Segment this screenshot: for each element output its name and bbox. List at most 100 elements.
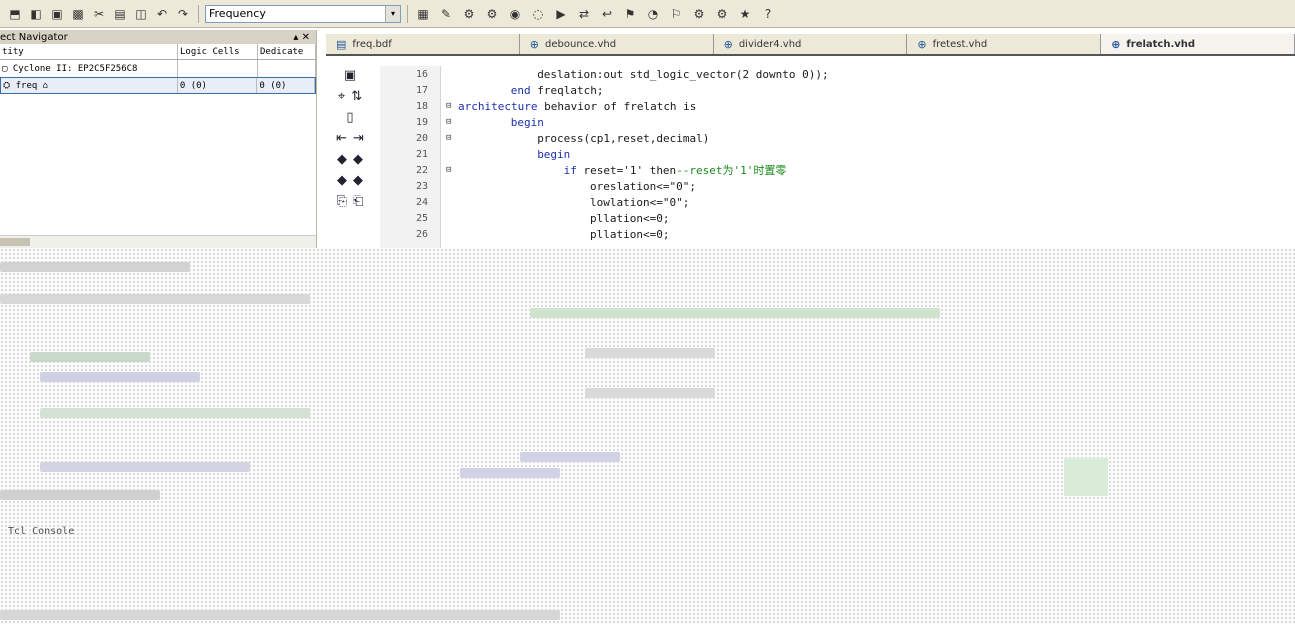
right-tool-4-icon[interactable]: ◉ [506, 5, 524, 23]
code-line[interactable]: 26 pllation<=0; [380, 226, 1295, 242]
blur-bar [0, 490, 160, 500]
side-tool-6-1-icon[interactable]: ⎗ [353, 194, 363, 209]
tab-label: frelatch.vhd [1126, 38, 1196, 50]
right-tool-1-icon[interactable]: ✎ [437, 5, 455, 23]
blur-bar [1064, 458, 1108, 496]
left-tool-4-icon[interactable]: ✂ [90, 5, 108, 23]
blur-bar [460, 468, 560, 478]
main-toolbar: ⬒ ◧ ▣ ▩ ✂ ▤ ◫ ↶ ↷ Frequency ▾ ▦ ✎ ⚙ ⚙ ◉ ◌ ▶ ⇄ ↩ ⚑ ◔ ⚐ ⚙ ⚙ ★? [0, 0, 1295, 28]
col-logic-cells[interactable]: Logic Cells [178, 44, 258, 59]
navigator-title: ect Navigator [0, 31, 68, 43]
code-editor[interactable]: 16 deslation:out std_logic_vector(2 downt… [380, 66, 1295, 256]
left-tool-6-icon[interactable]: ◫ [132, 5, 150, 23]
side-tool-0-0-icon[interactable]: ▣ [344, 68, 356, 83]
code-body: behavior of frelatch is [537, 99, 697, 113]
code-body: process(cp1,reset,decimal) [537, 131, 710, 145]
tab-1[interactable]: ⊕ debounce.vhd [520, 34, 714, 54]
right-tool-3-icon[interactable]: ⚙ [483, 5, 501, 23]
code-line[interactable]: 23 oreslation<="0"; [380, 178, 1295, 194]
right-tool-5-icon[interactable]: ◌ [529, 5, 547, 23]
navigator-header: tity Logic Cells Dedicate [0, 44, 316, 60]
right-tool-6-icon[interactable]: ▶ [552, 5, 570, 23]
blur-bar [585, 388, 715, 398]
code-keyword: end [510, 83, 538, 97]
side-tool-row: ▯ [346, 110, 353, 125]
side-tool-1-0-icon[interactable]: ⌖ [338, 89, 345, 104]
code-line[interactable]: 22 ⊟ if reset='1' then--reset为'1'时置零 [380, 162, 1295, 178]
right-tool-2-icon[interactable]: ⚙ [460, 5, 478, 23]
file-icon: ▤ [336, 37, 347, 51]
code-keyword: begin [510, 115, 544, 129]
tab-4[interactable]: ⊕ frelatch.vhd [1101, 34, 1295, 54]
row-cells [178, 60, 258, 77]
side-tool-5-1-icon[interactable]: ◆ [353, 173, 363, 188]
left-tool-2-icon[interactable]: ▣ [48, 5, 66, 23]
right-tool-9-icon[interactable]: ⚑ [621, 5, 639, 23]
tab-0[interactable]: ▤ freq.bdf [326, 34, 520, 54]
tab-3[interactable]: ⊕ fretest.vhd [907, 34, 1102, 54]
left-tool-3-icon[interactable]: ▩ [69, 5, 87, 23]
right-tool-12-icon[interactable]: ⚙ [690, 5, 708, 23]
col-entity[interactable]: tity [0, 44, 178, 59]
code-body: freqlatch; [537, 83, 604, 97]
file-icon: ⊕ [1111, 37, 1121, 51]
code-text: deslation:out std_logic_vector(2 downto … [537, 68, 828, 81]
left-tool-7-icon[interactable]: ↶ [153, 5, 171, 23]
code-text: if reset='1' then--reset为'1'时置零 [564, 162, 787, 178]
right-tool-10-icon[interactable]: ◔ [644, 5, 662, 23]
col-dedicated[interactable]: Dedicate [258, 44, 316, 59]
right-tool-0-icon[interactable]: ▦ [414, 5, 432, 23]
fold-toggle-icon[interactable]: ⊟ [446, 101, 455, 111]
scrollbar-thumb[interactable] [0, 238, 30, 246]
code-line[interactable]: 21 begin [380, 146, 1295, 162]
code-line[interactable]: 17 end freqlatch; [380, 82, 1295, 98]
frequency-combo[interactable]: Frequency ▾ [205, 4, 401, 23]
navigator-h-scrollbar[interactable] [0, 235, 316, 248]
line-number: 20 [415, 132, 428, 144]
side-tool-3-1-icon[interactable]: ⇥ [353, 131, 364, 146]
code-body: oreslation<="0"; [590, 179, 696, 193]
right-tool-7-icon[interactable]: ⇄ [575, 5, 593, 23]
side-tool-3-0-icon[interactable]: ⇤ [336, 131, 347, 146]
left-tool-0-icon[interactable]: ⬒ [6, 5, 24, 23]
code-line[interactable]: 25 pllation<=0; [380, 210, 1295, 226]
file-icon: ⊕ [529, 37, 540, 51]
toolbar-separator [198, 4, 199, 23]
side-tool-2-0-icon[interactable]: ▯ [346, 110, 353, 125]
navigator-row-device[interactable]: ▢ Cyclone II: EP2C5F256C8 [0, 60, 316, 77]
right-tool-14-icon[interactable]: ★ [736, 5, 754, 23]
side-tool-5-0-icon[interactable]: ◆ [337, 173, 347, 188]
navigator-row-freq[interactable]: ⛭ freq ⌂ 0 (0) 0 (0) [0, 77, 316, 94]
left-tool-5-icon[interactable]: ▤ [111, 5, 129, 23]
editor-side-toolbar: ▣ ⌖ ⇅ ▯ ⇤ ⇥ ◆ ◆ ◆ ◆ ⎘ ⎗ [326, 64, 374, 258]
row-ded: 0 (0) [257, 78, 315, 93]
right-tool-11-icon[interactable]: ⚐ [667, 5, 685, 23]
pin-close-icon[interactable]: ▴ ✕ [293, 32, 310, 43]
side-tool-6-0-icon[interactable]: ⎘ [337, 194, 347, 209]
side-tool-4-0-icon[interactable]: ◆ [337, 152, 347, 167]
chevron-down-icon[interactable]: ▾ [385, 5, 400, 22]
left-tool-1-icon[interactable]: ◧ [27, 5, 45, 23]
code-line[interactable]: 16 deslation:out std_logic_vector(2 downt… [380, 66, 1295, 82]
left-tool-8-icon[interactable]: ↷ [174, 5, 192, 23]
code-line[interactable]: 20 ⊟ process(cp1,reset,decimal) [380, 130, 1295, 146]
line-number: 18 [415, 100, 428, 112]
line-number: 19 [415, 116, 428, 128]
side-tool-1-1-icon[interactable]: ⇅ [351, 89, 362, 104]
fold-toggle-icon[interactable]: ⊟ [446, 133, 455, 143]
code-line[interactable]: 19 ⊟ begin [380, 114, 1295, 130]
code-keyword: if [563, 164, 577, 177]
tab-2[interactable]: ⊕ divider4.vhd [714, 34, 908, 54]
right-tool-15-icon[interactable]: ? [759, 5, 777, 23]
code-line[interactable]: 18 ⊟ architecture behavior of frelatch is [380, 98, 1295, 114]
line-number: 23 [415, 180, 428, 192]
fold-toggle-icon[interactable]: ⊟ [446, 117, 455, 127]
tab-label: freq.bdf [352, 38, 392, 50]
code-text: oreslation<="0"; [590, 180, 696, 193]
code-line[interactable]: 24 lowlation<="0"; [380, 194, 1295, 210]
right-tool-8-icon[interactable]: ↩ [598, 5, 616, 23]
fold-toggle-icon[interactable]: ⊟ [446, 165, 455, 175]
right-tool-13-icon[interactable]: ⚙ [713, 5, 731, 23]
side-tool-4-1-icon[interactable]: ◆ [353, 152, 363, 167]
toolbar-left-group: ⬒ ◧ ▣ ▩ ✂ ▤ ◫ ↶ ↷ [6, 5, 192, 23]
